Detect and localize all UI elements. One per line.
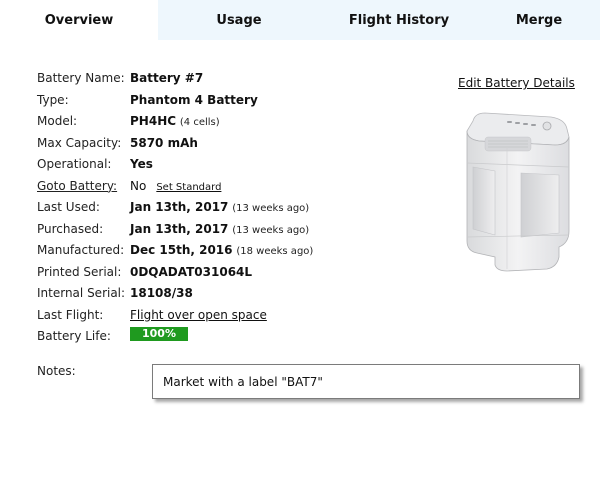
battery-life-label: Battery Life: xyxy=(37,328,111,343)
purchased-label: Purchased: xyxy=(37,221,104,236)
last-flight-link[interactable]: Flight over open space xyxy=(130,308,267,322)
battery-life-bar: 100% xyxy=(130,327,188,341)
purchased-value: Jan 13th, 2017 (13 weeks ago) xyxy=(130,221,310,236)
last-used-label: Last Used: xyxy=(37,199,100,214)
tab-overview[interactable]: Overview xyxy=(0,0,158,40)
goto-battery-link[interactable]: Goto Battery: xyxy=(37,179,129,193)
last-flight-label: Last Flight: xyxy=(37,307,104,322)
battery-image xyxy=(466,112,570,272)
manufactured-note: (18 weeks ago) xyxy=(236,245,314,257)
type-value: Phantom 4 Battery xyxy=(130,92,258,107)
model-label: Model: xyxy=(37,113,78,128)
max-capacity-value: 5870 mAh xyxy=(130,135,198,150)
tab-bar: Overview Usage Flight History Merge xyxy=(0,0,600,40)
operational-value: Yes xyxy=(130,156,153,171)
operational-label: Operational: xyxy=(37,156,112,171)
manufactured-label: Manufactured: xyxy=(37,242,125,257)
model-value: PH4HC (4 cells) xyxy=(130,113,220,128)
notes-box[interactable]: Market with a label "BAT7" xyxy=(152,364,580,399)
model-note: (4 cells) xyxy=(179,116,220,128)
tab-usage[interactable]: Usage xyxy=(158,0,320,40)
notes-label: Notes: xyxy=(37,364,76,378)
last-used-value: Jan 13th, 2017 (13 weeks ago) xyxy=(130,199,310,214)
tab-flight-history[interactable]: Flight History xyxy=(320,0,478,40)
battery-life-text: 100% xyxy=(142,327,176,340)
battery-name-label: Battery Name: xyxy=(37,70,125,85)
purchased-note: (13 weeks ago) xyxy=(232,224,310,236)
type-label: Type: xyxy=(37,92,69,107)
printed-serial-value: 0DQADAT031064L xyxy=(130,264,253,279)
tab-merge[interactable]: Merge xyxy=(478,0,600,40)
battery-life-value: 100% xyxy=(130,327,188,344)
internal-serial-label: Internal Serial: xyxy=(37,285,126,300)
edit-battery-details-link[interactable]: Edit Battery Details xyxy=(458,76,575,90)
manufactured-value: Dec 15th, 2016 (18 weeks ago) xyxy=(130,242,314,257)
set-standard-link[interactable]: Set Standard xyxy=(156,182,221,193)
goto-battery-value: No Set Standard xyxy=(130,178,222,193)
battery-name-value: Battery #7 xyxy=(130,70,204,85)
max-capacity-label: Max Capacity: xyxy=(37,135,122,150)
printed-serial-label: Printed Serial: xyxy=(37,264,122,279)
internal-serial-value: 18108/38 xyxy=(130,285,193,300)
last-used-note: (13 weeks ago) xyxy=(232,202,310,214)
